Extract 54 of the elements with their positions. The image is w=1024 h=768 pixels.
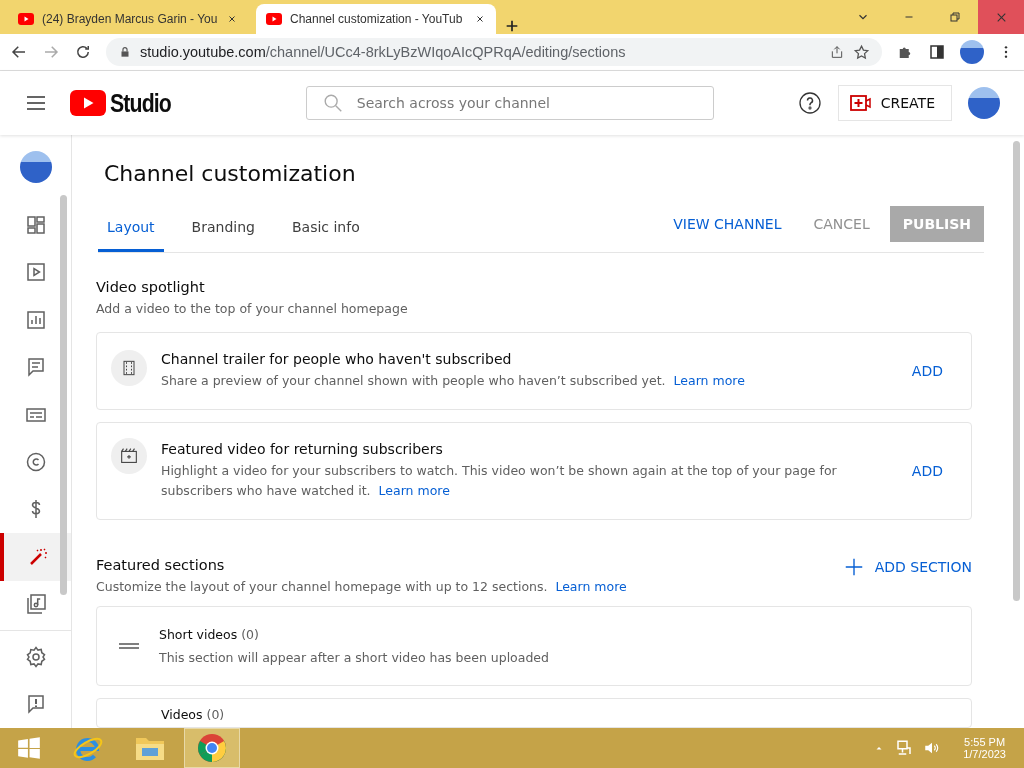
browser-tab[interactable]: Channel customization - YouTub (256, 4, 496, 34)
card-title: Channel trailer for people who haven't subscribed (161, 351, 513, 367)
youtube-favicon-icon (266, 13, 282, 25)
share-icon (829, 44, 845, 60)
star-icon (853, 43, 870, 61)
clock-date: 1/7/2023 (963, 748, 1006, 760)
back-icon (10, 43, 28, 61)
learn-more-link[interactable]: Learn more (555, 579, 627, 594)
drag-handle-icon[interactable] (119, 643, 139, 649)
reload-icon (74, 43, 92, 61)
section-title: Featured sections (96, 557, 226, 573)
browser-tab[interactable]: (24) Brayden Marcus Garin - You (8, 4, 248, 34)
card-description: Highlight a video for your subscribers to watch. This video won’t be shown again at the top of your page for subscribers who have watched it. Learn more (161, 462, 838, 500)
url-text: studio.youtube.com/channel/UCc4-8rkLyBzWIqoAIcQPRqA/editing/sections (140, 44, 626, 60)
scrollbar-thumb[interactable] (60, 195, 67, 595)
create-button[interactable]: CREATE (837, 85, 952, 121)
section-title: Video spotlight (96, 279, 206, 295)
avatar[interactable] (968, 87, 1000, 119)
learn-more-link[interactable]: Learn more (673, 373, 745, 388)
windows-icon (16, 735, 42, 761)
page-tab[interactable]: Layout (98, 219, 164, 252)
section-name: Videos (0) (161, 707, 225, 722)
help-icon (797, 91, 822, 115)
page-tab[interactable]: Basic info (282, 219, 369, 252)
view-channel-link[interactable]: VIEW CHANNEL (661, 208, 794, 240)
youtube-logo-icon (70, 90, 106, 116)
chrome-icon (197, 733, 227, 763)
youtube-favicon-icon (18, 13, 34, 25)
plus-icon (504, 18, 520, 34)
cancel-button[interactable]: CANCEL (801, 208, 882, 240)
page-title: Channel customization (104, 161, 357, 186)
scrollbar-thumb[interactable] (1013, 141, 1020, 601)
section-name: Short videos (0) (159, 627, 260, 642)
channel-avatar[interactable] (19, 151, 52, 183)
studio-logo-text: Studio (110, 88, 171, 118)
avatar[interactable] (960, 40, 984, 64)
network-icon (895, 739, 914, 757)
side-panel-icon (928, 43, 946, 61)
learn-more-link[interactable]: Learn more (378, 483, 450, 498)
page-tab[interactable]: Branding (182, 219, 264, 252)
address-bar[interactable]: studio.youtube.com/channel/UCc4-8rkLyBzWIqoAIcQPRqA/editing/sections (106, 38, 882, 66)
restore-icon (949, 11, 961, 23)
add-button[interactable]: ADD (907, 359, 947, 383)
add-button[interactable]: ADD (907, 459, 947, 483)
forward-icon (42, 43, 60, 61)
card-description: Share a preview of your channel shown with people who haven’t subscribed yet. Learn more (161, 372, 746, 390)
clock-time: 5:55 PM (964, 736, 1006, 748)
section-subtitle: Add a video to the top of your channel homepage (96, 301, 409, 316)
add-section-button[interactable]: ADD SECTION (842, 556, 972, 578)
taskbar-app[interactable] (184, 728, 240, 768)
section-subtitle: Customize the layout of your channel homepage with up to 12 sections. Learn more (96, 579, 627, 594)
card-title: Featured video for returning subscribers (161, 441, 444, 457)
search-field[interactable]: Search across your channel (305, 86, 714, 120)
section-description: This section will appear after a short video has been uploaded (159, 650, 549, 665)
